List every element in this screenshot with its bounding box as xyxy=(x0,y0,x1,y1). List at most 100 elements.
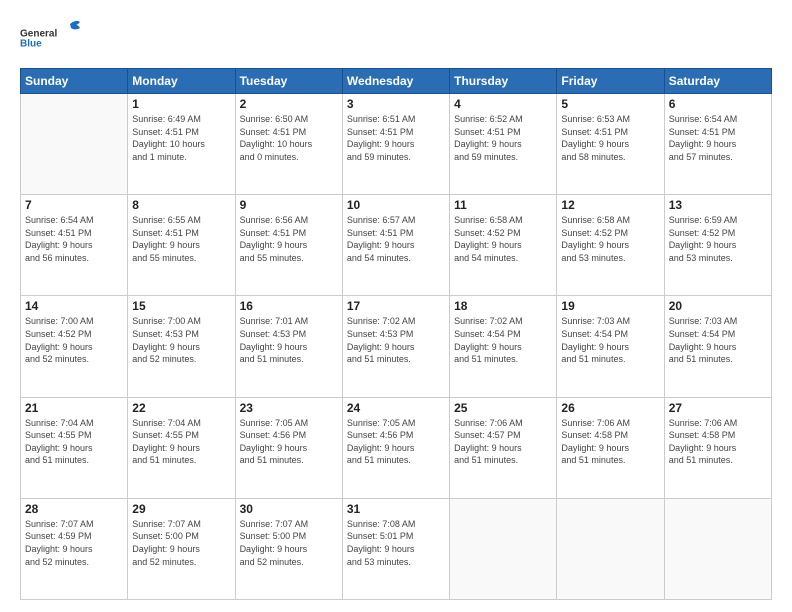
calendar-cell: 7 Sunrise: 6:54 AMSunset: 4:51 PMDaylight… xyxy=(21,195,128,296)
day-info: Sunrise: 7:05 AMSunset: 4:56 PMDaylight:… xyxy=(347,417,445,467)
calendar-cell: 26 Sunrise: 7:06 AMSunset: 4:58 PMDayligh… xyxy=(557,397,664,498)
calendar-cell: 31 Sunrise: 7:08 AMSunset: 5:01 PMDayligh… xyxy=(342,498,449,599)
day-number: 24 xyxy=(347,401,445,415)
calendar-cell: 22 Sunrise: 7:04 AMSunset: 4:55 PMDayligh… xyxy=(128,397,235,498)
calendar-body: 1Sunrise: 6:49 AMSunset: 4:51 PMDaylight… xyxy=(21,94,772,600)
calendar-cell: 21 Sunrise: 7:04 AMSunset: 4:55 PMDayligh… xyxy=(21,397,128,498)
weekday-row: SundayMondayTuesdayWednesdayThursdayFrid… xyxy=(21,69,772,94)
day-number: 29 xyxy=(132,502,230,516)
svg-text:General: General xyxy=(20,29,57,40)
day-info: Sunrise: 6:56 AMSunset: 4:51 PMDaylight:… xyxy=(240,214,338,264)
calendar-cell: 9 Sunrise: 6:56 AMSunset: 4:51 PMDaylight… xyxy=(235,195,342,296)
calendar-cell: 2 Sunrise: 6:50 AMSunset: 4:51 PMDaylight… xyxy=(235,94,342,195)
day-info: Sunrise: 6:58 AMSunset: 4:52 PMDaylight:… xyxy=(561,214,659,264)
calendar-cell: 4 Sunrise: 6:52 AMSunset: 4:51 PMDaylight… xyxy=(450,94,557,195)
day-number: 4 xyxy=(454,97,552,111)
day-info: Sunrise: 7:04 AMSunset: 4:55 PMDaylight:… xyxy=(132,417,230,467)
calendar-cell: 25 Sunrise: 7:06 AMSunset: 4:57 PMDayligh… xyxy=(450,397,557,498)
day-info: Sunrise: 7:08 AMSunset: 5:01 PMDaylight:… xyxy=(347,518,445,568)
logo: General Blue xyxy=(20,18,82,58)
day-info: Sunrise: 6:53 AMSunset: 4:51 PMDaylight:… xyxy=(561,113,659,163)
day-number: 17 xyxy=(347,299,445,313)
day-number: 14 xyxy=(25,299,123,313)
calendar-cell: 11 Sunrise: 6:58 AMSunset: 4:52 PMDayligh… xyxy=(450,195,557,296)
day-number: 3 xyxy=(347,97,445,111)
calendar-cell: 27 Sunrise: 7:06 AMSunset: 4:58 PMDayligh… xyxy=(664,397,771,498)
day-number: 11 xyxy=(454,198,552,212)
day-info: Sunrise: 6:57 AMSunset: 4:51 PMDaylight:… xyxy=(347,214,445,264)
weekday-tuesday: Tuesday xyxy=(235,69,342,94)
day-info: Sunrise: 7:07 AMSunset: 5:00 PMDaylight:… xyxy=(132,518,230,568)
day-info: Sunrise: 7:06 AMSunset: 4:57 PMDaylight:… xyxy=(454,417,552,467)
day-info: Sunrise: 7:01 AMSunset: 4:53 PMDaylight:… xyxy=(240,315,338,365)
calendar-cell xyxy=(450,498,557,599)
day-info: Sunrise: 7:04 AMSunset: 4:55 PMDaylight:… xyxy=(25,417,123,467)
day-info: Sunrise: 6:55 AMSunset: 4:51 PMDaylight:… xyxy=(132,214,230,264)
day-number: 15 xyxy=(132,299,230,313)
calendar-cell: 13Sunrise: 6:59 AMSunset: 4:52 PMDayligh… xyxy=(664,195,771,296)
svg-text:Blue: Blue xyxy=(20,39,42,50)
day-number: 25 xyxy=(454,401,552,415)
week-row-4: 21 Sunrise: 7:04 AMSunset: 4:55 PMDayligh… xyxy=(21,397,772,498)
day-info: Sunrise: 6:50 AMSunset: 4:51 PMDaylight:… xyxy=(240,113,338,163)
day-number: 31 xyxy=(347,502,445,516)
day-number: 23 xyxy=(240,401,338,415)
calendar-cell: 23 Sunrise: 7:05 AMSunset: 4:56 PMDayligh… xyxy=(235,397,342,498)
calendar-cell: 5Sunrise: 6:53 AMSunset: 4:51 PMDaylight… xyxy=(557,94,664,195)
logo-svg: General Blue xyxy=(20,18,60,58)
weekday-monday: Monday xyxy=(128,69,235,94)
day-info: Sunrise: 7:06 AMSunset: 4:58 PMDaylight:… xyxy=(561,417,659,467)
day-number: 26 xyxy=(561,401,659,415)
day-number: 19 xyxy=(561,299,659,313)
calendar-cell: 10 Sunrise: 6:57 AMSunset: 4:51 PMDayligh… xyxy=(342,195,449,296)
calendar-cell: 3 Sunrise: 6:51 AMSunset: 4:51 PMDaylight… xyxy=(342,94,449,195)
day-number: 8 xyxy=(132,198,230,212)
weekday-friday: Friday xyxy=(557,69,664,94)
calendar-cell xyxy=(664,498,771,599)
calendar-cell: 18 Sunrise: 7:02 AMSunset: 4:54 PMDayligh… xyxy=(450,296,557,397)
day-number: 21 xyxy=(25,401,123,415)
calendar-header: SundayMondayTuesdayWednesdayThursdayFrid… xyxy=(21,69,772,94)
calendar-cell: 15 Sunrise: 7:00 AMSunset: 4:53 PMDayligh… xyxy=(128,296,235,397)
calendar-cell: 16Sunrise: 7:01 AMSunset: 4:53 PMDayligh… xyxy=(235,296,342,397)
day-info: Sunrise: 7:00 AMSunset: 4:52 PMDaylight:… xyxy=(25,315,123,365)
day-info: Sunrise: 7:02 AMSunset: 4:53 PMDaylight:… xyxy=(347,315,445,365)
day-info: Sunrise: 6:58 AMSunset: 4:52 PMDaylight:… xyxy=(454,214,552,264)
page: General Blue SundayMondayTuesdayWednesda… xyxy=(0,0,792,612)
day-info: Sunrise: 7:03 AMSunset: 4:54 PMDaylight:… xyxy=(561,315,659,365)
day-number: 7 xyxy=(25,198,123,212)
day-number: 22 xyxy=(132,401,230,415)
day-number: 18 xyxy=(454,299,552,313)
week-row-2: 7 Sunrise: 6:54 AMSunset: 4:51 PMDaylight… xyxy=(21,195,772,296)
calendar-cell: 17 Sunrise: 7:02 AMSunset: 4:53 PMDayligh… xyxy=(342,296,449,397)
day-info: Sunrise: 6:54 AMSunset: 4:51 PMDaylight:… xyxy=(669,113,767,163)
day-number: 9 xyxy=(240,198,338,212)
day-number: 20 xyxy=(669,299,767,313)
day-number: 2 xyxy=(240,97,338,111)
calendar-cell xyxy=(21,94,128,195)
day-number: 10 xyxy=(347,198,445,212)
calendar-cell: 29 Sunrise: 7:07 AMSunset: 5:00 PMDayligh… xyxy=(128,498,235,599)
week-row-3: 14 Sunrise: 7:00 AMSunset: 4:52 PMDayligh… xyxy=(21,296,772,397)
calendar-cell xyxy=(557,498,664,599)
day-number: 27 xyxy=(669,401,767,415)
day-info: Sunrise: 7:07 AMSunset: 4:59 PMDaylight:… xyxy=(25,518,123,568)
weekday-sunday: Sunday xyxy=(21,69,128,94)
calendar-cell: 1Sunrise: 6:49 AMSunset: 4:51 PMDaylight… xyxy=(128,94,235,195)
day-number: 12 xyxy=(561,198,659,212)
day-info: Sunrise: 7:02 AMSunset: 4:54 PMDaylight:… xyxy=(454,315,552,365)
day-info: Sunrise: 7:05 AMSunset: 4:56 PMDaylight:… xyxy=(240,417,338,467)
day-info: Sunrise: 6:54 AMSunset: 4:51 PMDaylight:… xyxy=(25,214,123,264)
calendar-cell: 8 Sunrise: 6:55 AMSunset: 4:51 PMDaylight… xyxy=(128,195,235,296)
day-info: Sunrise: 6:52 AMSunset: 4:51 PMDaylight:… xyxy=(454,113,552,163)
day-number: 6 xyxy=(669,97,767,111)
calendar-table: SundayMondayTuesdayWednesdayThursdayFrid… xyxy=(20,68,772,600)
day-info: Sunrise: 6:51 AMSunset: 4:51 PMDaylight:… xyxy=(347,113,445,163)
day-info: Sunrise: 7:00 AMSunset: 4:53 PMDaylight:… xyxy=(132,315,230,365)
calendar-cell: 20Sunrise: 7:03 AMSunset: 4:54 PMDayligh… xyxy=(664,296,771,397)
weekday-saturday: Saturday xyxy=(664,69,771,94)
weekday-wednesday: Wednesday xyxy=(342,69,449,94)
calendar-cell: 19 Sunrise: 7:03 AMSunset: 4:54 PMDayligh… xyxy=(557,296,664,397)
day-info: Sunrise: 6:49 AMSunset: 4:51 PMDaylight:… xyxy=(132,113,230,163)
day-info: Sunrise: 7:06 AMSunset: 4:58 PMDaylight:… xyxy=(669,417,767,467)
